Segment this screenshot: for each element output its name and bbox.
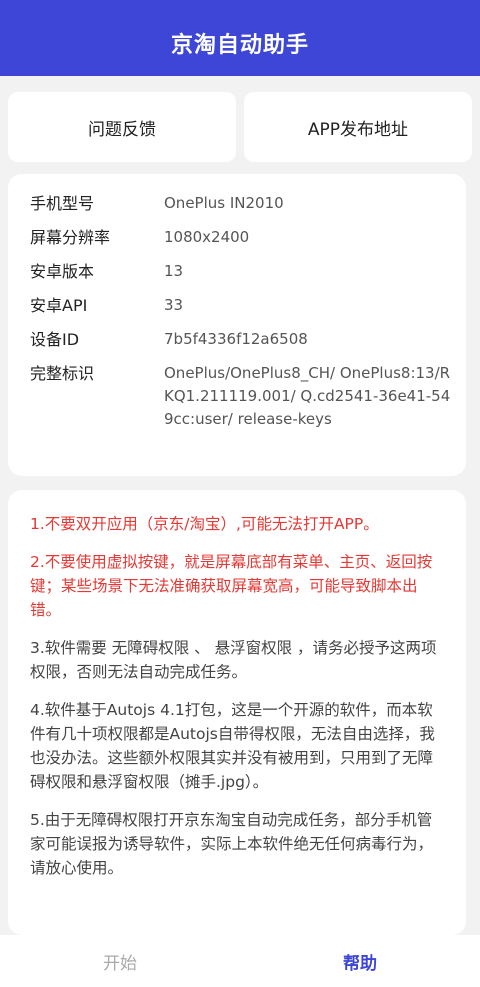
- info-label: 屏幕分辨率: [30, 228, 111, 247]
- help-tips-card: 1.不要双开应用（京东/淘宝）,可能无法打开APP。 2.不要使用虚拟按键，就是…: [8, 490, 466, 935]
- help-tip: 2.不要使用虚拟按键，就是屏幕底部有菜单、主页、返回按键；某些场景下无法准确获取…: [30, 553, 433, 619]
- feedback-button[interactable]: 问题反馈: [8, 92, 236, 162]
- info-label: 安卓API: [30, 296, 88, 315]
- help-tip: 5.由于无障碍权限打开京东淘宝自动完成任务，部分手机管家可能误报为诱导软件，实际…: [30, 811, 434, 877]
- status-bar: [0, 0, 480, 10]
- info-value: 33: [164, 296, 184, 314]
- device-info-card: 手机型号 OnePlus IN2010 屏幕分辨率 1080x2400 安卓版本…: [8, 174, 466, 476]
- info-row-android-version: 安卓版本 13: [30, 260, 466, 284]
- info-label: 完整标识: [30, 364, 95, 383]
- info-label: 安卓版本: [30, 262, 95, 281]
- info-row-android-api: 安卓API 33: [30, 294, 466, 318]
- info-row-model: 手机型号 OnePlus IN2010: [30, 192, 466, 216]
- info-value: OnePlus/OnePlus8_CH/ OnePlus8:13/RKQ1.21…: [164, 364, 451, 428]
- tab-start[interactable]: 开始: [0, 935, 240, 987]
- tab-start-label: 开始: [103, 953, 137, 974]
- info-row-device-id: 设备ID 7b5f4336f12a6508: [30, 328, 466, 352]
- info-label: 设备ID: [30, 330, 80, 349]
- info-row-fingerprint: 完整标识 OnePlus/OnePlus8_CH/ OnePlus8:13/RK…: [30, 362, 466, 431]
- tab-help-label: 帮助: [343, 953, 377, 974]
- info-value: 7b5f4336f12a6508: [164, 330, 308, 348]
- help-tip: 1.不要双开应用（京东/淘宝）,可能无法打开APP。: [30, 515, 379, 533]
- app-title: 京淘自动助手: [170, 33, 309, 58]
- info-row-resolution: 屏幕分辨率 1080x2400: [30, 226, 466, 250]
- bottom-tab-bar: 开始 帮助: [0, 935, 480, 987]
- tab-help[interactable]: 帮助: [240, 935, 480, 987]
- info-label: 手机型号: [30, 194, 95, 213]
- info-value: 1080x2400: [164, 228, 250, 246]
- info-value: 13: [164, 262, 184, 280]
- help-tip: 3.软件需要 无障碍权限 、 悬浮窗权限 ，请务必授予这两项权限，否则无法自动完…: [30, 639, 437, 681]
- feedback-button-label: 问题反馈: [88, 119, 156, 140]
- release-address-button[interactable]: APP发布地址: [244, 92, 472, 162]
- app-bar: 京淘自动助手: [0, 10, 480, 76]
- help-tip: 4.软件基于Autojs 4.1打包，这是一个开源的软件，而本软件有几十项权限都…: [30, 701, 435, 791]
- info-value: OnePlus IN2010: [164, 194, 284, 212]
- release-address-button-label: APP发布地址: [307, 119, 409, 140]
- action-button-row: 问题反馈 APP发布地址: [8, 92, 472, 162]
